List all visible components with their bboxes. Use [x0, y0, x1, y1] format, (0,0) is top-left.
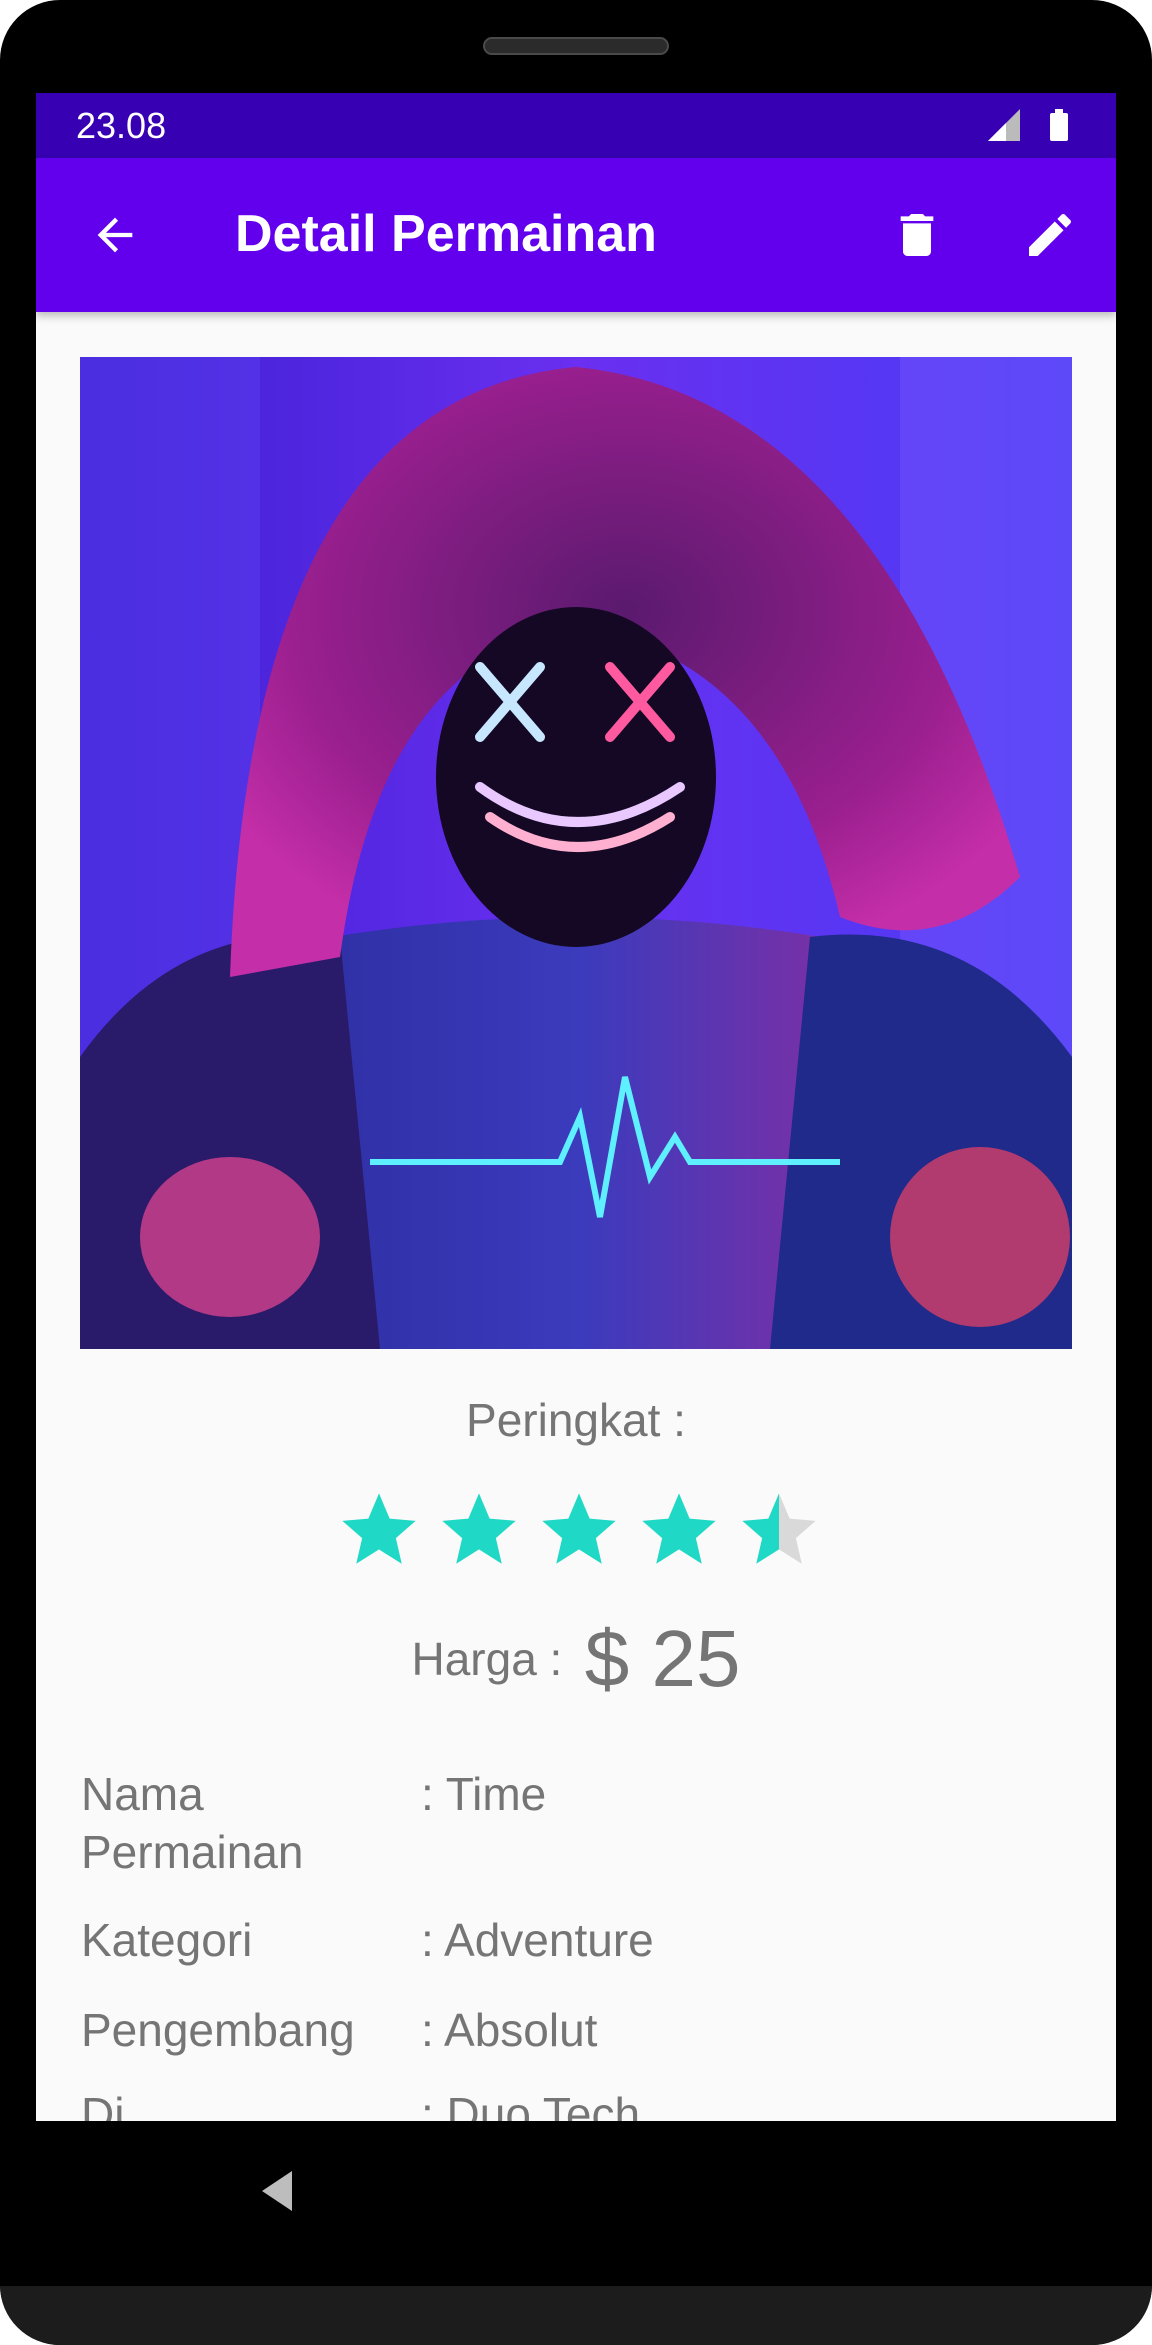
- detail-key: Kategori: [81, 1914, 253, 1966]
- detail-value: : Time: [421, 1768, 547, 1820]
- detail-key: Di: [81, 2088, 125, 2121]
- price-label: Harga :: [411, 1633, 563, 1685]
- star-icon: [442, 1493, 516, 1564]
- triangle-back-icon: [262, 2171, 292, 2211]
- pencil-icon: [1029, 213, 1072, 256]
- star-icon: [342, 1493, 416, 1564]
- game-cover-image: [80, 357, 1072, 1349]
- app-bar: Detail Permainan: [36, 158, 1116, 312]
- status-time: 23.08: [76, 105, 167, 146]
- edit-button[interactable]: [1010, 195, 1090, 275]
- app-screen: 23.08 Detail Permainan Peringkat: Harga…: [36, 93, 1116, 2121]
- star-half-icon: [742, 1493, 816, 1564]
- rating-bar: [335, 1486, 823, 1576]
- status-icons: [986, 107, 1076, 143]
- page-title: Detail Permainan: [235, 205, 657, 263]
- price-row: Harga : $ 25: [36, 1613, 1116, 1705]
- phone-bottom-edge: [0, 2286, 1152, 2345]
- trash-icon: [900, 214, 934, 256]
- detail-value: : Duo Tech: [421, 2088, 641, 2121]
- rating-label: Peringkat :: [466, 1394, 686, 1446]
- detail-value: : Adventure: [421, 1914, 654, 1966]
- star-icon: [542, 1493, 616, 1564]
- price-value: $ 25: [584, 1614, 741, 1703]
- phone-frame: 23.08 Detail Permainan Peringkat: Harga…: [0, 0, 1152, 2345]
- back-button[interactable]: [75, 195, 155, 275]
- detail-key: Nama Permainan: [81, 1768, 304, 1878]
- detail-key: Pengembang: [81, 2004, 355, 2056]
- status-bar: 23.08: [36, 93, 1116, 158]
- phone-speaker: [483, 37, 669, 55]
- delete-button[interactable]: [877, 195, 957, 275]
- signal-battery-icon: [988, 109, 1068, 141]
- system-nav-bar: [0, 2121, 1152, 2286]
- nav-back-button[interactable]: [250, 2161, 310, 2221]
- arrow-left-icon: [97, 217, 133, 253]
- detail-value: : Absolut: [421, 2004, 598, 2056]
- star-icon: [642, 1493, 716, 1564]
